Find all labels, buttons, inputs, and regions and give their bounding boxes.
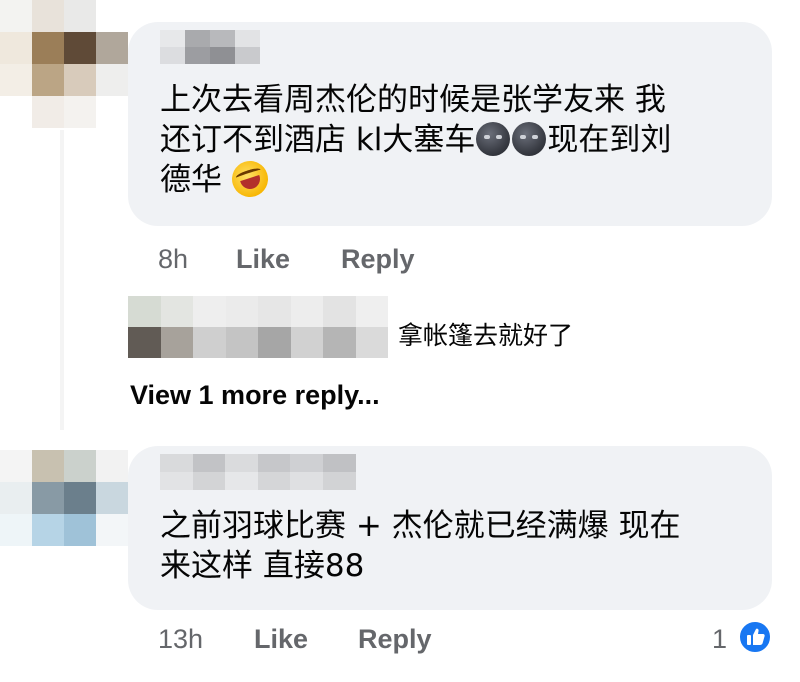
reply-text: 拿帐篷去就好了 [398,321,574,350]
thumbs-up-glyph [747,628,765,645]
like-button[interactable]: Like [236,244,290,275]
thread-line [60,130,64,430]
comment-line-part: 现在到刘 [547,122,672,158]
timestamp[interactable]: 8h [158,244,188,275]
comment-text: 上次去看周杰伦的时候是张学友来 我 还订不到酒店 kl大塞车 现在到刘 德华 [160,80,760,202]
new-moon-face-icon [476,122,511,156]
comment-line: 上次去看周杰伦的时候是张学友来 我 [160,82,666,118]
thumbs-up-icon[interactable] [738,620,772,654]
reply-button[interactable]: Reply [358,624,432,655]
timestamp[interactable]: 13h [158,624,203,655]
avatar[interactable] [0,0,128,128]
author-name[interactable] [160,30,260,64]
comment-line: 德华 [160,156,760,202]
rolling-on-floor-laughing-icon [227,156,273,202]
new-moon-face-icon [512,122,547,156]
comment-text: 之前羽球比赛 + 杰伦就已经满爆 现在 来这样 直接88 [160,506,760,586]
comment-line-part: 还订不到酒店 kl大塞车 [160,122,476,158]
reaction-count[interactable]: 1 [712,624,727,655]
comment-line: 来这样 直接88 [160,548,365,584]
comment-line: 还订不到酒店 kl大塞车 现在到刘 [160,120,760,160]
comment-line-part: 德华 [160,162,222,198]
reply-avatar-and-name[interactable] [128,296,388,358]
view-more-replies-link[interactable]: View 1 more reply... [130,380,380,411]
avatar[interactable] [0,450,128,546]
comment-line: 之前羽球比赛 + 杰伦就已经满爆 现在 [160,508,681,544]
like-button[interactable]: Like [254,624,308,655]
reply-button[interactable]: Reply [341,244,415,275]
author-name[interactable] [160,454,356,490]
